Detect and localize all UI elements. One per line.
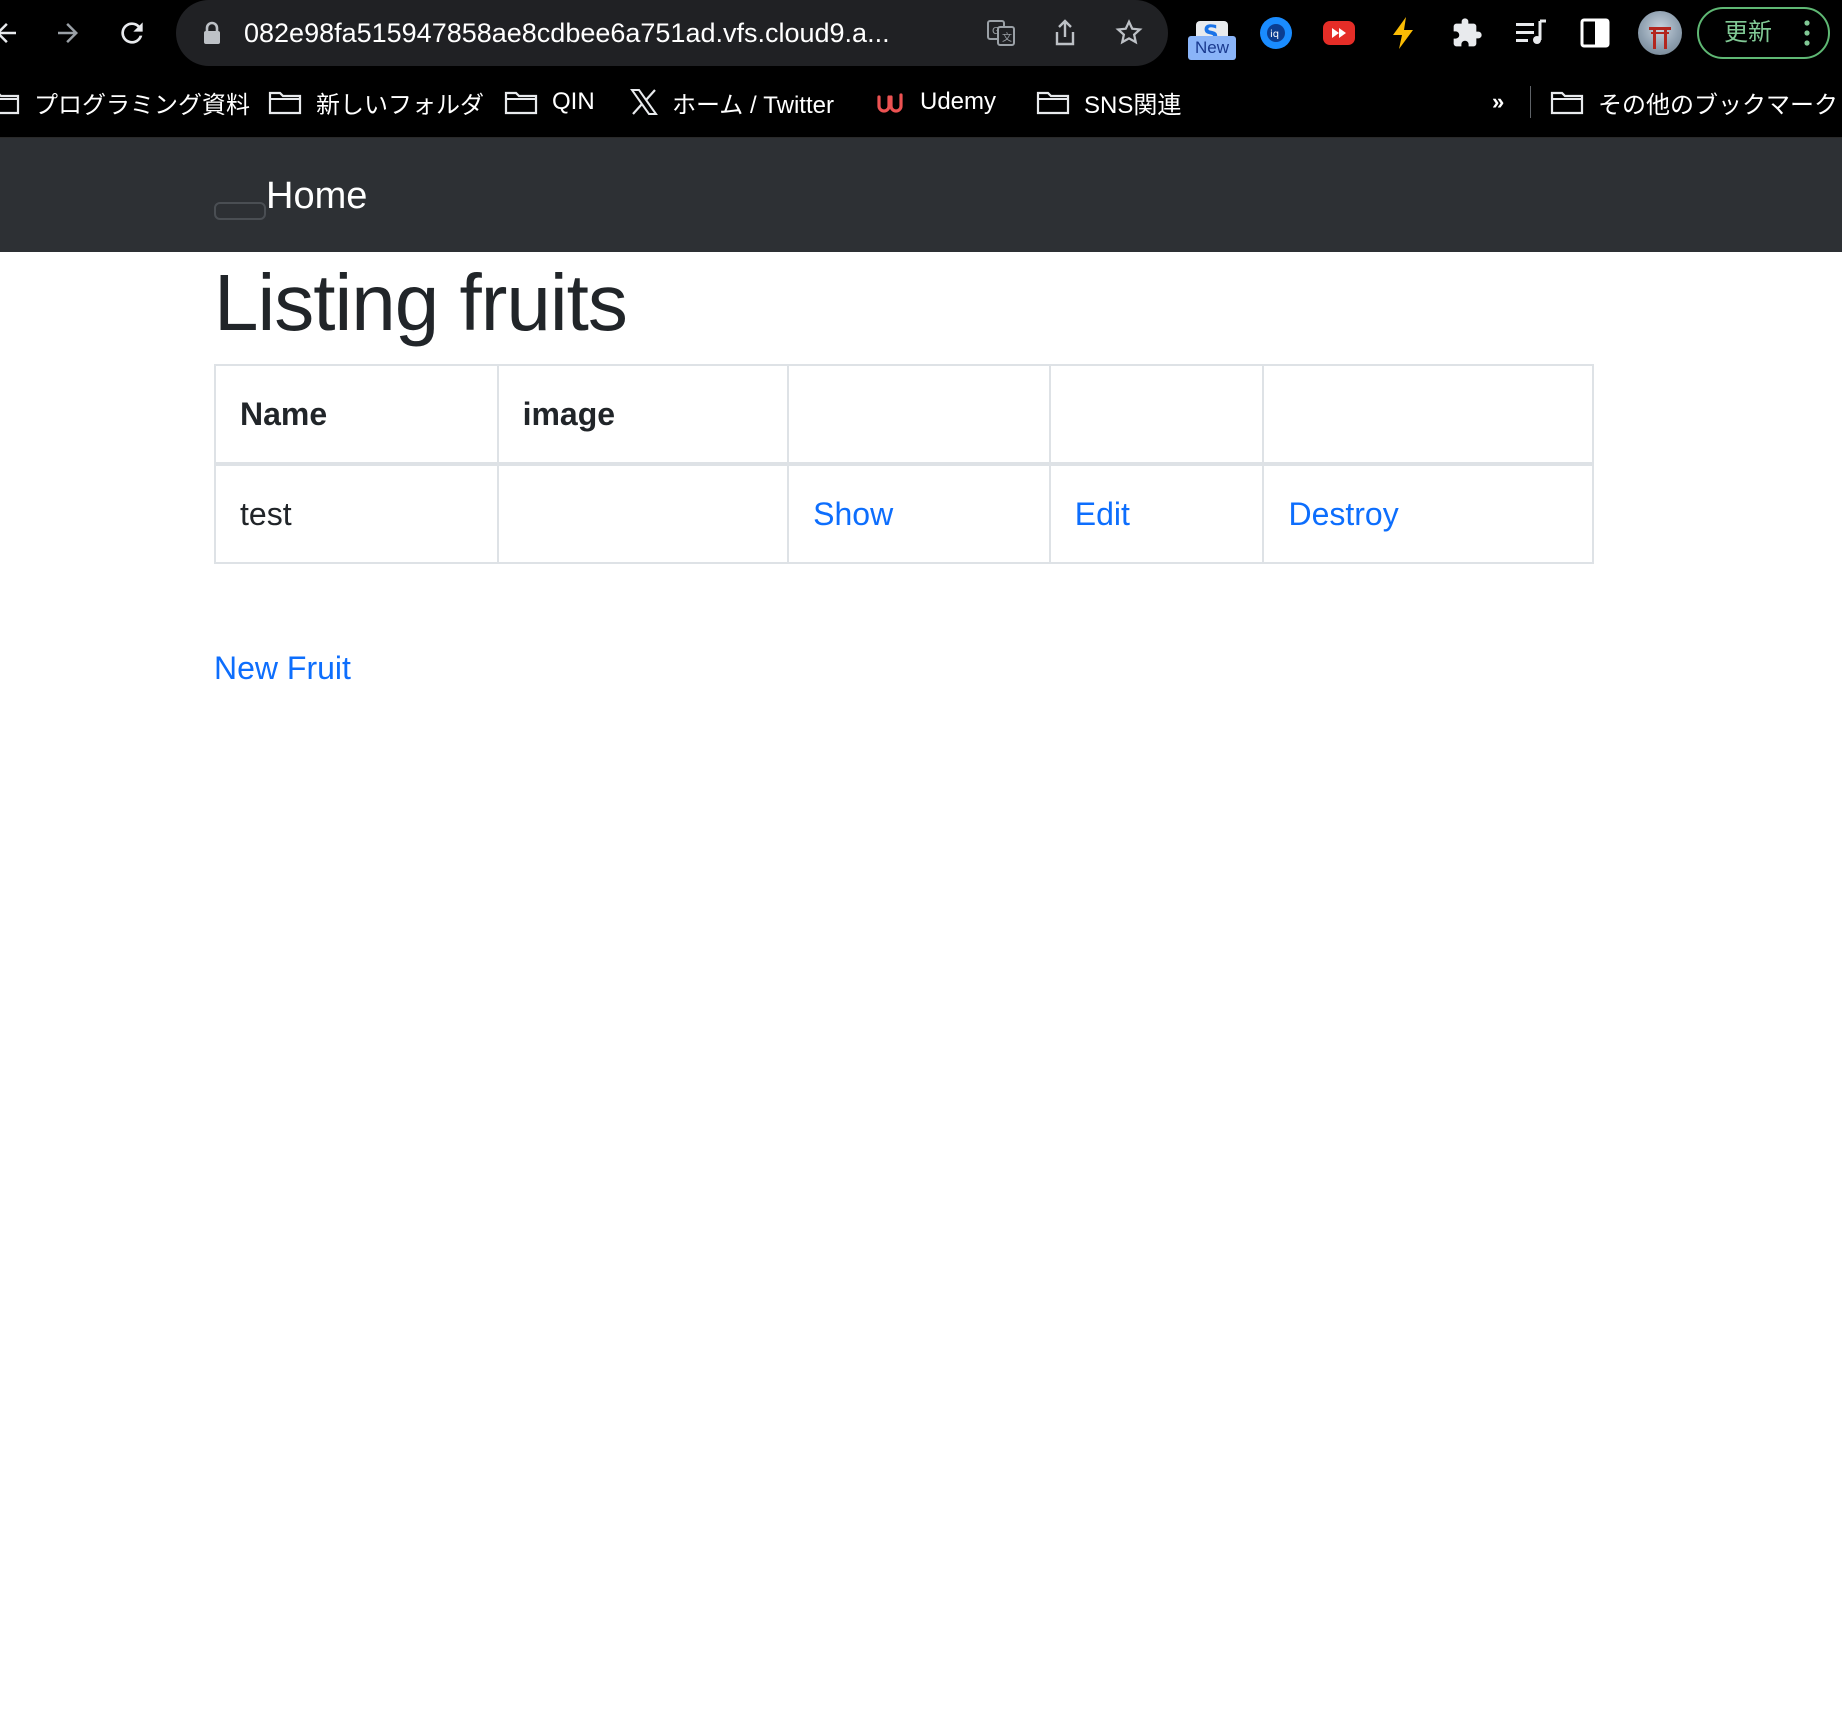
folder-icon (268, 89, 302, 115)
reload-icon[interactable] (108, 9, 156, 57)
new-badge: New (1188, 36, 1236, 60)
folder-icon (1036, 89, 1070, 115)
bookmark-label: Udemy (920, 88, 997, 115)
forward-icon[interactable] (44, 9, 92, 57)
column-header-show (787, 364, 1051, 466)
bookmark-udemy[interactable]: Udemy (876, 66, 996, 138)
profile-avatar[interactable] (1638, 11, 1682, 55)
svg-text:文: 文 (1002, 31, 1012, 44)
bookmark-label: SNS関連 (1084, 91, 1182, 119)
column-header-name: Name (214, 364, 499, 466)
bookmark-qin[interactable]: QIN (504, 66, 595, 138)
bookmark-label: ホーム / Twitter (672, 91, 834, 119)
translate-icon[interactable]: G文 (980, 12, 1022, 54)
folder-icon (504, 89, 538, 115)
destroy-link[interactable]: Destroy (1288, 496, 1398, 532)
show-link[interactable]: Show (813, 496, 893, 532)
bookmark-other[interactable]: その他のブックマーク (1550, 66, 1838, 138)
bookmark-twitter[interactable]: ホーム / Twitter (630, 66, 834, 138)
extension-iq-icon[interactable]: iq (1253, 10, 1299, 56)
column-header-destroy (1262, 364, 1594, 466)
share-icon[interactable] (1044, 12, 1086, 54)
fruit-image-cell (496, 463, 790, 564)
extension-bolt-icon[interactable] (1380, 10, 1426, 56)
address-bar[interactable]: 082e98fa515947858ae8cdbee6a751ad.vfs.clo… (176, 0, 1168, 66)
bookmark-sns[interactable]: SNS関連 (1036, 66, 1181, 138)
bookmark-label: その他のブックマーク (1598, 91, 1838, 119)
table-header-row: Name image (214, 364, 1594, 466)
destroy-cell: Destroy (1262, 463, 1594, 564)
url-text[interactable]: 082e98fa515947858ae8cdbee6a751ad.vfs.clo… (244, 0, 984, 66)
back-icon[interactable] (0, 9, 30, 57)
fruits-table: Name image test Show Edit Destroy (214, 364, 1594, 564)
bookmark-new-folder[interactable]: 新しいフォルダ (268, 66, 484, 138)
lock-icon[interactable] (202, 21, 222, 50)
bookmark-label: プログラミング資料 (34, 91, 250, 119)
more-menu-icon[interactable] (1804, 20, 1810, 46)
navbar-toggler-button[interactable] (214, 202, 266, 220)
bookmarks-divider (1530, 86, 1531, 118)
bookmark-star-icon[interactable] (1108, 12, 1150, 54)
new-fruit-link[interactable]: New Fruit (214, 648, 351, 688)
extensions-puzzle-icon[interactable] (1444, 10, 1490, 56)
svg-text:G: G (992, 26, 1000, 37)
fruit-name-cell: test (214, 463, 499, 564)
edit-link[interactable]: Edit (1075, 496, 1130, 532)
reading-list-icon[interactable] (1508, 10, 1554, 56)
bookmark-programming[interactable]: プログラミング資料 (0, 66, 250, 138)
side-panel-icon[interactable] (1572, 10, 1618, 56)
update-label: 更新 (1724, 19, 1772, 46)
bookmarks-overflow-chevron-icon[interactable]: » (1492, 66, 1504, 138)
show-cell: Show (787, 463, 1051, 564)
update-button[interactable]: 更新 (1697, 7, 1830, 59)
bookmark-label: 新しいフォルダ (316, 91, 484, 119)
x-logo-icon (630, 89, 658, 115)
svg-text:iq: iq (1270, 29, 1279, 40)
column-header-edit (1048, 364, 1265, 466)
udemy-logo-icon (876, 89, 906, 115)
nav-home-link[interactable]: Home (266, 174, 367, 218)
bookmarks-bar: プログラミング資料 新しいフォルダ QIN ホーム / Twitter Udem… (0, 66, 1842, 138)
page-title: Listing fruits (214, 258, 628, 347)
folder-icon (0, 89, 20, 115)
folder-icon (1550, 89, 1584, 115)
edit-cell: Edit (1048, 463, 1265, 564)
table-row: test Show Edit Destroy (214, 463, 1594, 564)
extension-youtube-icon[interactable] (1316, 10, 1362, 56)
column-header-image: image (496, 364, 790, 466)
browser-toolbar: 082e98fa515947858ae8cdbee6a751ad.vfs.clo… (0, 0, 1842, 66)
site-navbar: Home (0, 138, 1842, 252)
bookmark-label: QIN (552, 88, 595, 115)
